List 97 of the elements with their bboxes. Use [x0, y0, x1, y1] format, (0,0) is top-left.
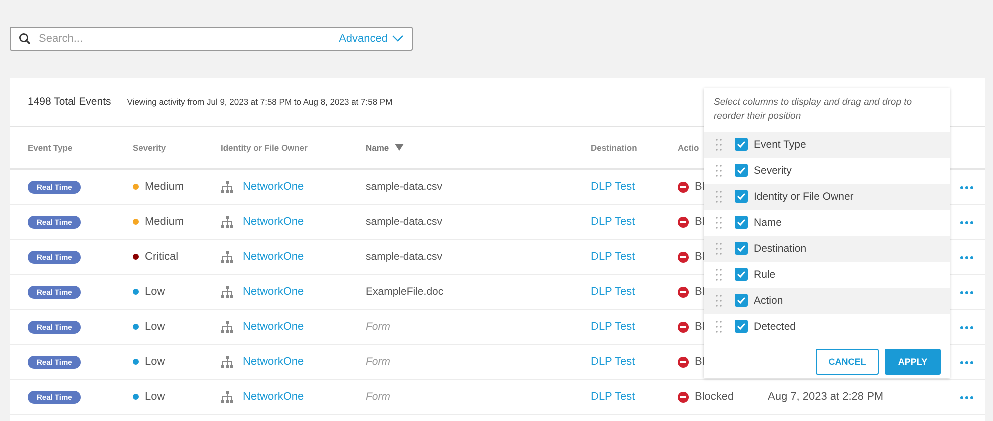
file-name: Form [366, 391, 390, 403]
column-header[interactable]: Destination [591, 142, 638, 152]
checkbox[interactable] [735, 268, 748, 282]
search-icon [19, 33, 31, 45]
column-option: Identity or File Owner [754, 190, 854, 203]
drag-handle-icon[interactable] [716, 164, 722, 177]
destination-link[interactable]: DLP Test [591, 216, 636, 228]
more-icon[interactable] [960, 186, 974, 190]
detected-time: Aug 7, 2023 at 2:28 PM [768, 391, 884, 403]
file-name: sample-data.csv [366, 251, 442, 263]
action-label: Bl [695, 216, 705, 228]
column-option: Action [754, 294, 784, 307]
action-label: Bl [695, 181, 705, 193]
blocked-icon [678, 252, 689, 262]
more-icon[interactable] [960, 396, 974, 400]
column-option: Rule [754, 268, 776, 281]
drag-handle-icon[interactable] [716, 294, 722, 307]
checkbox[interactable] [735, 216, 748, 230]
checkbox[interactable] [735, 242, 748, 256]
checkbox[interactable] [735, 164, 748, 178]
checkbox[interactable] [735, 320, 748, 334]
more-icon[interactable] [960, 361, 974, 365]
identity-link[interactable]: NetworkOne [243, 251, 304, 263]
action-label: Bl [695, 321, 705, 333]
apply-button[interactable]: APPLY [885, 348, 941, 375]
drag-handle-icon[interactable] [716, 242, 722, 255]
severity-label: Critical [145, 251, 179, 263]
more-icon[interactable] [960, 221, 974, 225]
column-header[interactable]: Name [366, 142, 390, 152]
destination-link[interactable]: DLP Test [591, 391, 636, 403]
drag-handle-icon[interactable] [716, 320, 722, 333]
severity-label: Low [145, 391, 166, 403]
checkbox[interactable] [735, 138, 748, 152]
drag-handle-icon[interactable] [716, 138, 722, 151]
destination-link[interactable]: DLP Test [591, 251, 636, 263]
cancel-button[interactable]: CANCEL [816, 348, 879, 375]
action-label: Blocked [695, 391, 734, 403]
destination-link[interactable]: DLP Test [591, 286, 636, 298]
identity-link[interactable]: NetworkOne [243, 321, 304, 333]
hierarchy-icon [221, 286, 234, 298]
search-field[interactable]: Search... Advanced [10, 27, 413, 51]
file-name: Form [366, 321, 390, 333]
severity-label: Medium [145, 216, 184, 228]
advanced-link[interactable]: Advanced [339, 33, 404, 45]
hierarchy-icon [221, 356, 234, 368]
column-header[interactable]: Severity [133, 142, 166, 152]
identity-link[interactable]: NetworkOne [243, 181, 304, 193]
more-icon[interactable] [960, 291, 974, 295]
checkbox[interactable] [735, 294, 748, 308]
column-option: Detected [754, 320, 796, 333]
total-events: 1498 Total Events [28, 96, 112, 108]
drag-handle-icon[interactable] [716, 190, 722, 203]
column-option: Name [754, 216, 782, 229]
destination-link[interactable]: DLP Test [591, 181, 636, 193]
destination-link[interactable]: DLP Test [591, 356, 636, 368]
action-label: Bl [695, 286, 705, 298]
more-icon[interactable] [960, 256, 974, 260]
severity-label: Medium [145, 181, 184, 193]
column-header[interactable]: Identity or File Owner [221, 142, 308, 152]
checkbox[interactable] [735, 190, 748, 204]
file-name: ExampleFile.doc [366, 286, 444, 298]
blocked-icon [678, 356, 689, 368]
identity-link[interactable]: NetworkOne [243, 391, 304, 403]
identity-link[interactable]: NetworkOne [243, 286, 304, 298]
blocked-icon [678, 392, 689, 402]
blocked-icon [678, 322, 689, 332]
severity-label: Low [145, 356, 166, 368]
blocked-icon [678, 216, 689, 228]
blocked-icon [678, 182, 689, 192]
column-option: Severity [754, 164, 792, 177]
picker-hint: Select columns to display and drag and drop to reorder their position [713, 96, 914, 124]
column-option: Destination [754, 242, 807, 255]
identity-link[interactable]: NetworkOne [243, 216, 304, 228]
date-range: Viewing activity from Jul 9, 2023 at 7:58 PM to Aug 8, 2023 at 7:58 PM [127, 97, 393, 107]
severity-label: Low [145, 321, 166, 333]
hierarchy-icon [221, 250, 234, 264]
hierarchy-icon [221, 320, 234, 334]
chevron-down-icon[interactable] [392, 35, 404, 43]
blocked-icon [678, 286, 689, 298]
identity-link[interactable]: NetworkOne [243, 356, 304, 368]
destination-link[interactable]: DLP Test [591, 321, 636, 333]
hierarchy-icon [221, 216, 234, 228]
drag-handle-icon[interactable] [716, 216, 722, 229]
hierarchy-icon [221, 390, 234, 404]
column-header[interactable]: Actio [678, 142, 700, 152]
file-name: sample-data.csv [366, 216, 442, 228]
file-name: sample-data.csv [366, 181, 442, 193]
file-name: Form [366, 356, 390, 368]
column-option: Event Type [754, 138, 806, 151]
action-label: Bl [695, 251, 705, 263]
sort-down-icon[interactable] [395, 144, 404, 151]
column-header[interactable]: Event Type [28, 142, 73, 152]
more-icon[interactable] [960, 326, 974, 330]
drag-handle-icon[interactable] [716, 268, 722, 281]
severity-label: Low [145, 286, 166, 298]
action-label: Bl [695, 356, 705, 368]
hierarchy-icon [221, 180, 234, 194]
